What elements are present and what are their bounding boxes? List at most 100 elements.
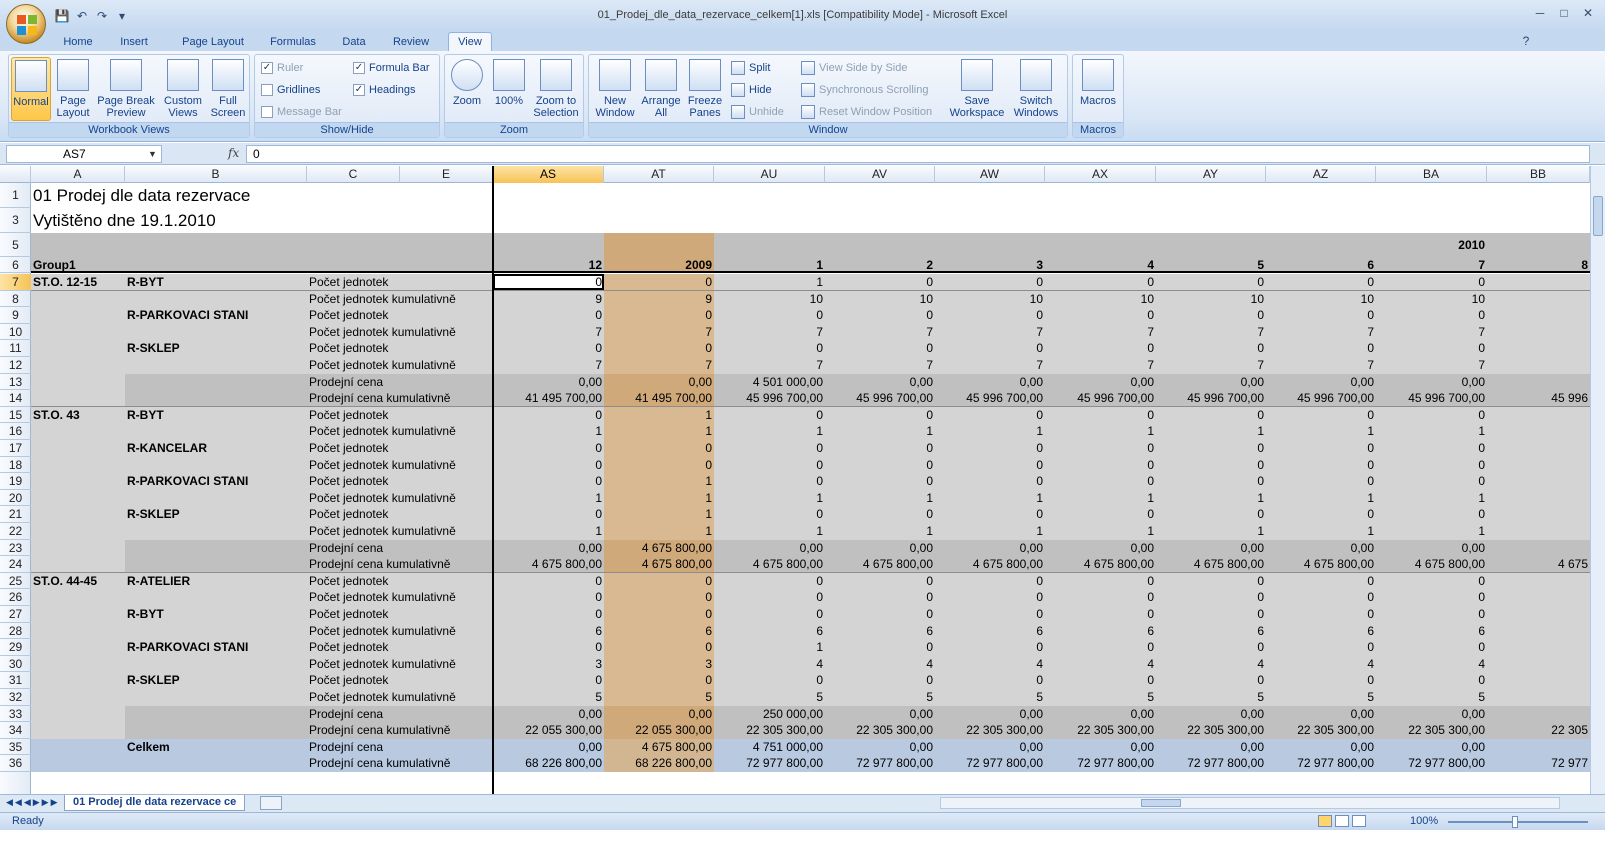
cell[interactable]: 0 bbox=[493, 473, 604, 490]
cell[interactable] bbox=[1487, 423, 1590, 440]
cell[interactable]: 0 bbox=[935, 440, 1045, 457]
row-header[interactable]: 14 bbox=[0, 390, 31, 407]
cell[interactable] bbox=[1487, 539, 1590, 557]
cell[interactable] bbox=[125, 539, 307, 557]
cell[interactable]: 7 bbox=[825, 323, 935, 341]
cell[interactable]: 0 bbox=[935, 639, 1045, 656]
new-window-button[interactable]: New Window bbox=[591, 57, 639, 121]
cell[interactable]: Počet jednotek kumulativně bbox=[307, 290, 493, 308]
cell[interactable]: 4 bbox=[1045, 257, 1156, 271]
cell[interactable]: 1 bbox=[1156, 423, 1266, 440]
cell[interactable]: 0 bbox=[1045, 406, 1156, 424]
customize-qat-icon[interactable]: ▾ bbox=[114, 8, 130, 24]
cell[interactable]: 4 675 bbox=[1487, 556, 1590, 572]
cell[interactable]: R-SKLEP bbox=[125, 506, 307, 523]
cell[interactable]: 5 bbox=[1156, 257, 1266, 271]
cell[interactable]: 72 977 800,00 bbox=[825, 755, 935, 772]
zoom-100-button[interactable]: 100% bbox=[489, 57, 529, 121]
cell[interactable]: 22 305 300,00 bbox=[825, 722, 935, 739]
cell[interactable]: Počet jednotek bbox=[307, 340, 493, 357]
cell[interactable]: 0 bbox=[714, 406, 825, 424]
cell[interactable]: 0 bbox=[1266, 589, 1376, 606]
row-header[interactable]: 3 bbox=[0, 208, 31, 233]
cell[interactable] bbox=[1487, 274, 1590, 290]
name-box[interactable]: AS7 bbox=[6, 145, 162, 163]
save-icon[interactable]: 💾 bbox=[54, 8, 70, 24]
cell[interactable]: 72 977 800,00 bbox=[935, 755, 1045, 772]
cell[interactable]: 45 996 700,00 bbox=[1266, 390, 1376, 406]
cell[interactable]: 0 bbox=[1266, 639, 1376, 656]
tab-insert[interactable]: Insert bbox=[110, 33, 158, 51]
cell[interactable] bbox=[935, 233, 1045, 257]
cell[interactable]: Počet jednotek kumulativně bbox=[307, 589, 493, 606]
cell[interactable]: 45 996 700,00 bbox=[1156, 390, 1266, 406]
cell[interactable] bbox=[1487, 622, 1590, 640]
cell[interactable]: 0 bbox=[1266, 307, 1376, 324]
cell[interactable]: ST.O. 43 bbox=[31, 406, 125, 424]
cell[interactable]: 1 bbox=[493, 489, 604, 507]
cell[interactable] bbox=[125, 323, 307, 341]
cell[interactable]: 0 bbox=[1156, 406, 1266, 424]
cell[interactable]: 1 bbox=[1376, 523, 1487, 540]
view-side-by-side-button[interactable]: View Side by Side bbox=[801, 59, 907, 77]
headings-checkbox[interactable]: ✓ Headings bbox=[353, 81, 415, 99]
cell[interactable] bbox=[125, 622, 307, 640]
cell[interactable]: 0 bbox=[825, 307, 935, 324]
cell[interactable]: 0 bbox=[493, 406, 604, 424]
cell[interactable]: 6 bbox=[1266, 622, 1376, 640]
cell[interactable]: 10 bbox=[935, 290, 1045, 308]
cell[interactable]: 6 bbox=[604, 622, 714, 640]
cell[interactable]: 0 bbox=[825, 639, 935, 656]
cell[interactable]: 7 bbox=[1376, 323, 1487, 341]
cell[interactable]: 4 501 000,00 bbox=[714, 373, 825, 391]
cell[interactable]: 4 675 800,00 bbox=[714, 556, 825, 572]
cell[interactable]: 5 bbox=[1266, 689, 1376, 706]
sheet-tab[interactable]: 01 Prodej dle data rezervace ce bbox=[64, 795, 246, 811]
cell[interactable]: 0 bbox=[1156, 307, 1266, 324]
cell[interactable] bbox=[1487, 357, 1590, 374]
cell[interactable]: R-BYT bbox=[125, 606, 307, 623]
cell[interactable]: 6 bbox=[1376, 622, 1487, 640]
cell[interactable]: 0 bbox=[604, 340, 714, 357]
cell[interactable]: 0 bbox=[1376, 473, 1487, 490]
hide-button[interactable]: Hide bbox=[731, 81, 772, 99]
cell[interactable]: 1 bbox=[714, 257, 825, 271]
row-header[interactable]: 22 bbox=[0, 523, 31, 540]
zoom-to-selection-button[interactable]: Zoom to Selection bbox=[531, 57, 581, 121]
cell[interactable]: Prodejní cena bbox=[307, 539, 493, 557]
cell[interactable]: 0 bbox=[714, 440, 825, 457]
cell[interactable]: 0 bbox=[493, 307, 604, 324]
cell[interactable]: 1 bbox=[1266, 523, 1376, 540]
cell[interactable]: 0,00 bbox=[1156, 539, 1266, 557]
cell[interactable]: 0,00 bbox=[1045, 738, 1156, 756]
column-header[interactable]: C bbox=[307, 166, 400, 183]
cell[interactable]: 7 bbox=[935, 323, 1045, 341]
cell[interactable]: 1 bbox=[604, 473, 714, 490]
row-header[interactable]: 13 bbox=[0, 374, 31, 391]
custom-views-button[interactable]: Custom Views bbox=[159, 57, 207, 121]
cell[interactable]: 72 977 800,00 bbox=[1376, 755, 1487, 772]
cell[interactable]: 0 bbox=[1266, 506, 1376, 523]
cell[interactable]: 0 bbox=[493, 606, 604, 623]
cell[interactable] bbox=[493, 233, 604, 257]
maximize-button[interactable]: □ bbox=[1553, 4, 1575, 22]
cell[interactable] bbox=[125, 722, 307, 739]
cell[interactable] bbox=[1487, 738, 1590, 756]
cell[interactable]: 0 bbox=[1266, 606, 1376, 623]
cell[interactable] bbox=[1487, 606, 1590, 623]
active-cell[interactable]: 0 bbox=[493, 274, 604, 290]
cell[interactable]: 1 bbox=[493, 523, 604, 540]
cell[interactable]: 1 bbox=[825, 489, 935, 507]
cell[interactable] bbox=[1487, 290, 1590, 308]
cell[interactable]: 0 bbox=[1376, 406, 1487, 424]
cell[interactable]: 10 bbox=[1266, 290, 1376, 308]
cell[interactable]: 68 226 800,00 bbox=[604, 755, 714, 772]
cell[interactable]: 0 bbox=[1266, 406, 1376, 424]
cell[interactable] bbox=[31, 357, 125, 374]
gridlines-checkbox[interactable]: Gridlines bbox=[261, 81, 320, 99]
cell[interactable]: 0,00 bbox=[1156, 373, 1266, 391]
cell[interactable]: 0,00 bbox=[1376, 705, 1487, 723]
cell[interactable]: 0 bbox=[825, 406, 935, 424]
cell[interactable]: 7 bbox=[1156, 357, 1266, 374]
cell[interactable]: 0 bbox=[935, 456, 1045, 474]
